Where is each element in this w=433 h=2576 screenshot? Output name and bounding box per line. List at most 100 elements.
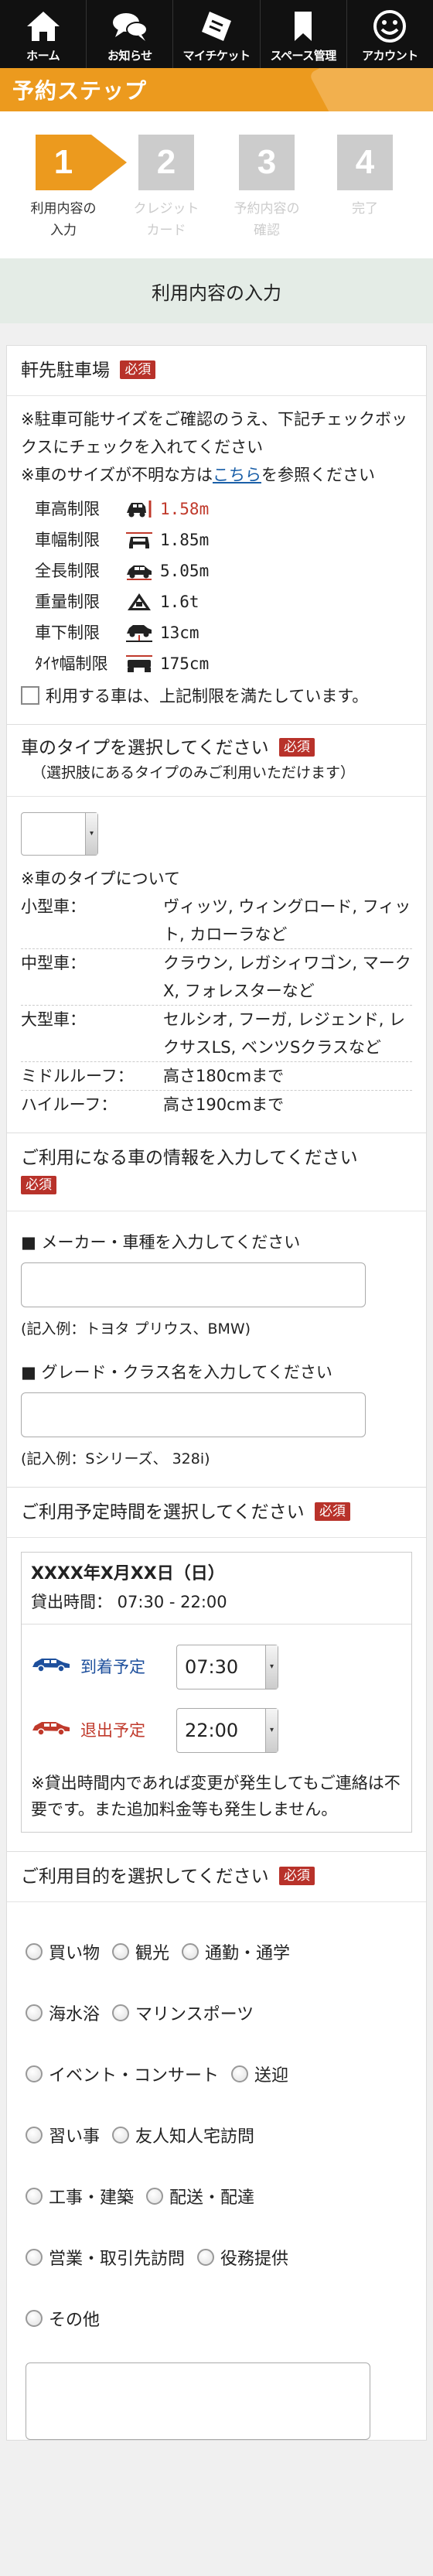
nav-space-management-label: スペース管理 xyxy=(270,49,337,63)
radio-button[interactable] xyxy=(26,2065,43,2082)
purpose-other-textarea[interactable] xyxy=(26,2362,370,2440)
step-2-number: 2 xyxy=(138,135,194,190)
purpose-radio[interactable]: 通勤・通学 xyxy=(182,1939,290,1964)
step-4-caption-line1: 完了 xyxy=(352,201,378,217)
purpose-block: ご利用目的を選択してください 必須 買い物 観光 通勤・通学 海水浴 マリンスポ… xyxy=(6,1852,427,2441)
purpose-option-label: 営業・取引先訪問 xyxy=(49,2249,186,2269)
radio-button[interactable] xyxy=(26,2126,43,2144)
limits-confirm[interactable]: 利用する車は、上記制限を満たしています。 xyxy=(21,682,412,710)
schedule-block: ご利用予定時間を選択してください 必須 XXXX年X月XX日（日） 貸出時間： … xyxy=(6,1488,427,1852)
purpose-radio[interactable]: その他 xyxy=(26,2306,100,2331)
purpose-radio[interactable]: 観光 xyxy=(112,1939,169,1964)
radio-button[interactable] xyxy=(26,2187,43,2205)
radio-button[interactable] xyxy=(231,2065,249,2082)
step-2-caption-line1: クレジット xyxy=(133,201,199,217)
schedule-title-row: ご利用予定時間を選択してください 必須 xyxy=(7,1488,426,1538)
car-type-select[interactable]: ▾ xyxy=(21,812,98,856)
home-icon xyxy=(25,5,62,47)
ticket-icon xyxy=(199,5,234,47)
limit-label: ﾀｲﾔ幅制限 xyxy=(35,654,108,673)
purpose-radio[interactable]: 買い物 xyxy=(26,1939,100,1964)
car-info-title-row: ご利用になる車の情報を入力してください 必須 xyxy=(7,1133,426,1211)
purpose-radio[interactable]: 送迎 xyxy=(231,2062,288,2086)
radio-button[interactable] xyxy=(26,2248,43,2266)
maker-input[interactable] xyxy=(21,1262,366,1307)
purpose-title: ご利用目的を選択してください xyxy=(21,1867,269,1887)
car-type-row: 小型車： ヴィッツ, ウィングロード, フィット, カローラなど xyxy=(21,893,412,949)
parking-title: 軒先駐車場 xyxy=(21,360,110,381)
car-type-examples: クラウン, レガシィワゴン, マークX, フォレスターなど xyxy=(163,954,411,1000)
radio-button[interactable] xyxy=(26,2309,43,2327)
limit-value: 1.6t xyxy=(160,593,199,611)
car-type-name: ハイルーフ： xyxy=(21,1095,118,1114)
section-title: 利用内容の入力 xyxy=(152,282,281,304)
car-width-icon xyxy=(124,530,160,550)
purpose-radio[interactable]: 営業・取引先訪問 xyxy=(26,2245,185,2270)
radio-button[interactable] xyxy=(112,2004,130,2021)
limit-label: 全長制限 xyxy=(35,562,100,580)
radio-button[interactable] xyxy=(26,2004,43,2021)
car-type-examples: 高さ180cmまで xyxy=(163,1067,285,1085)
limit-label: 車下制限 xyxy=(35,624,100,642)
car-height-icon xyxy=(124,499,160,519)
car-type-title: 車のタイプを選択してください xyxy=(21,738,269,758)
limit-value: 13cm xyxy=(160,624,199,642)
radio-button[interactable] xyxy=(112,2126,130,2144)
nav-account-label: アカウント xyxy=(362,49,418,63)
purpose-radio[interactable]: 役務提供 xyxy=(197,2245,288,2270)
limit-value: 1.58m xyxy=(160,500,210,518)
step-2-caption-line2: カード xyxy=(146,223,186,238)
limit-value: 1.85m xyxy=(160,531,210,549)
arrival-time-select[interactable]: 07:30 ▾ xyxy=(176,1645,278,1689)
arrival-time-value: 07:30 xyxy=(185,1656,239,1678)
car-length-icon xyxy=(124,561,160,581)
limit-row-weight: 重量制限 1.6t xyxy=(35,586,412,617)
ground-clearance-icon xyxy=(124,623,160,643)
nav-home[interactable]: ホーム xyxy=(0,0,87,68)
size-guide-link[interactable]: こちら xyxy=(213,466,261,484)
step-1-caption-line1: 利用内容の xyxy=(30,201,97,217)
purpose-radio[interactable]: 配送・配達 xyxy=(146,2184,254,2209)
purpose-title-row: ご利用目的を選択してください 必須 xyxy=(7,1852,426,1902)
purpose-options: 買い物 観光 通勤・通学 海水浴 マリンスポーツ イベント・コンサート 送迎 習… xyxy=(7,1902,426,2440)
purpose-radio[interactable]: 工事・建築 xyxy=(26,2184,134,2209)
reservation-form: 軒先駐車場 必須 ※駐車可能サイズをご確認のうえ、下記チェックボックスにチェック… xyxy=(0,323,433,2441)
limits-confirm-label: 利用する車は、上記制限を満たしています。 xyxy=(46,687,369,705)
limits-confirm-checkbox[interactable] xyxy=(21,686,39,705)
car-type-examples: セルシオ, フーガ, レジェンド, レクサスLS, ベンツSクラスなど xyxy=(163,1010,406,1057)
nav-news[interactable]: お知らせ xyxy=(87,0,174,68)
purpose-radio[interactable]: イベント・コンサート xyxy=(26,2062,219,2086)
select-arrow-icon: ▾ xyxy=(265,1645,278,1689)
schedule-card: XXXX年X月XX日（日） 貸出時間： 07:30 - 22:00 到着予定 0… xyxy=(21,1552,412,1833)
size-note-prefix: ※車のサイズが不明な方は xyxy=(21,466,213,484)
nav-account[interactable]: アカウント xyxy=(347,0,433,68)
departure-time-select[interactable]: 22:00 ▾ xyxy=(176,1708,278,1753)
purpose-radio[interactable]: マリンスポーツ xyxy=(112,2000,254,2025)
departure-time-value: 22:00 xyxy=(185,1720,239,1741)
radio-button[interactable] xyxy=(182,1942,199,1960)
purpose-radio[interactable]: 友人知人宅訪問 xyxy=(112,2123,254,2147)
departure-label: 退出予定 xyxy=(80,1721,145,1740)
weight-icon xyxy=(124,592,160,612)
purpose-option-label: 工事・建築 xyxy=(49,2188,135,2208)
limit-row-height: 車高制限 1.58m xyxy=(35,494,412,524)
grade-input[interactable] xyxy=(21,1392,366,1437)
grade-example: (記入例：Sシリーズ、 328i) xyxy=(21,1450,210,1467)
purpose-option-label: 海水浴 xyxy=(49,2004,101,2024)
car-type-name: ミドルルーフ： xyxy=(21,1067,134,1085)
radio-button[interactable] xyxy=(146,2187,164,2205)
radio-button[interactable] xyxy=(112,1942,130,1960)
smiley-icon xyxy=(372,5,407,47)
purpose-radio[interactable]: 海水浴 xyxy=(26,2000,100,2025)
car-type-title-row: 車のタイプを選択してください 必須 （選択肢にあるタイプのみご利用いただけます） xyxy=(7,725,426,797)
limit-row-clearance: 車下制限 13cm xyxy=(35,617,412,648)
radio-button[interactable] xyxy=(197,2248,215,2266)
purpose-radio[interactable]: 習い事 xyxy=(26,2123,100,2147)
limit-value: 175cm xyxy=(160,654,210,673)
purpose-option-label: 送迎 xyxy=(254,2065,289,2086)
nav-space-management[interactable]: スペース管理 xyxy=(261,0,347,68)
radio-button[interactable] xyxy=(26,1942,43,1960)
purpose-option-label: その他 xyxy=(49,2310,101,2330)
nav-my-ticket[interactable]: マイチケット xyxy=(173,0,261,68)
red-car-icon xyxy=(31,1717,80,1744)
